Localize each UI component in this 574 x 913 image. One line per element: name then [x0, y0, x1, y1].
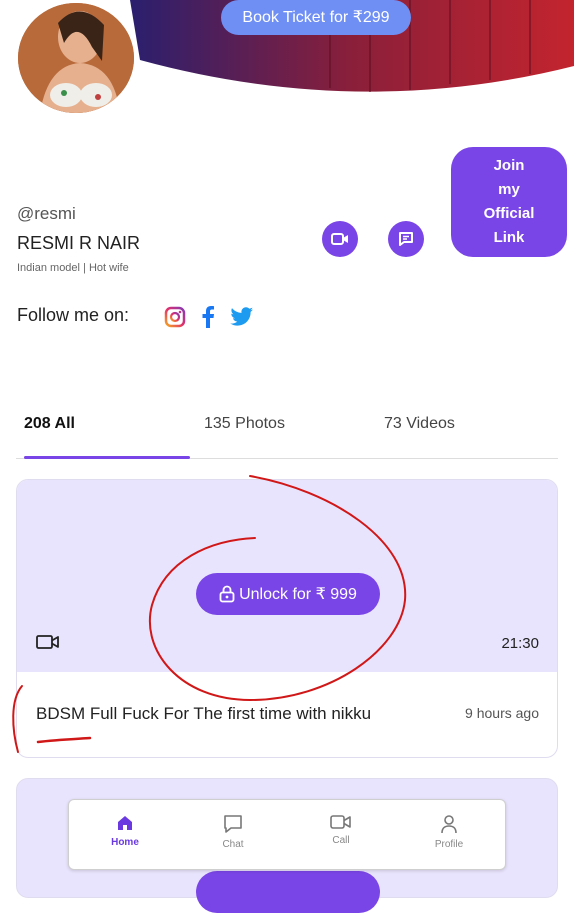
unlock-label: Unlock for ₹ 999 — [239, 586, 357, 603]
video-duration: 21:30 — [501, 635, 539, 652]
post-title[interactable]: BDSM Full Fuck For The first time with n… — [36, 704, 371, 724]
content-tabs: 208 All 135 Photos 73 Videos — [16, 400, 558, 459]
home-icon — [118, 816, 132, 830]
join-official-link-button[interactable]: Join my Official Link — [451, 147, 567, 257]
lock-icon — [219, 585, 235, 603]
post-card[interactable]: Unlock for ₹ 999 21:30 BDSM Full Fuck Fo… — [16, 479, 558, 758]
nav-profile-label: Profile — [434, 839, 464, 850]
post-media: Unlock for ₹ 999 21:30 — [17, 480, 557, 672]
instagram-icon — [164, 306, 186, 328]
instagram-link[interactable] — [163, 305, 187, 329]
post-timestamp: 9 hours ago — [465, 705, 539, 721]
avatar[interactable] — [15, 0, 137, 116]
chat-icon — [224, 815, 242, 833]
nav-chat[interactable]: Chat — [193, 814, 273, 850]
tab-all[interactable]: 208 All — [24, 415, 75, 433]
facebook-link[interactable] — [196, 305, 220, 329]
tab-videos[interactable]: 73 Videos — [384, 415, 455, 433]
unlock-button[interactable]: Unlock for ₹ 999 — [196, 573, 380, 615]
nav-home[interactable]: Home — [85, 814, 165, 848]
video-icon — [36, 635, 59, 649]
nav-call-label: Call — [332, 835, 350, 846]
chat-icon — [399, 232, 413, 246]
video-icon — [330, 815, 351, 829]
video-icon — [331, 233, 348, 245]
nav-call[interactable]: Call — [301, 814, 381, 846]
join-label-line: Link — [493, 229, 525, 246]
nav-home-label: Home — [111, 837, 139, 848]
active-tab-indicator — [24, 456, 190, 459]
follow-label: Follow me on: — [17, 305, 130, 325]
profile-handle: @resmi — [17, 204, 76, 223]
unlock-button[interactable] — [196, 871, 380, 913]
chat-button[interactable] — [388, 221, 424, 257]
twitter-link[interactable] — [230, 305, 254, 329]
book-ticket-button[interactable]: Book Ticket for ₹299 — [221, 0, 411, 35]
video-call-button[interactable] — [322, 221, 358, 257]
join-label-line: my — [498, 181, 520, 198]
user-icon — [441, 815, 457, 834]
tab-photos[interactable]: 135 Photos — [204, 415, 285, 433]
bottom-nav: Home Chat Call Profile — [68, 799, 506, 870]
profile-bio: Indian model | Hot wife — [17, 262, 129, 274]
nav-chat-label: Chat — [222, 839, 244, 850]
join-label-line: Official — [483, 205, 535, 222]
twitter-icon — [230, 307, 253, 326]
profile-name: RESMI R NAIR — [17, 233, 141, 253]
join-label-line: Join — [493, 157, 525, 174]
facebook-icon — [202, 306, 214, 328]
nav-profile[interactable]: Profile — [409, 814, 489, 850]
